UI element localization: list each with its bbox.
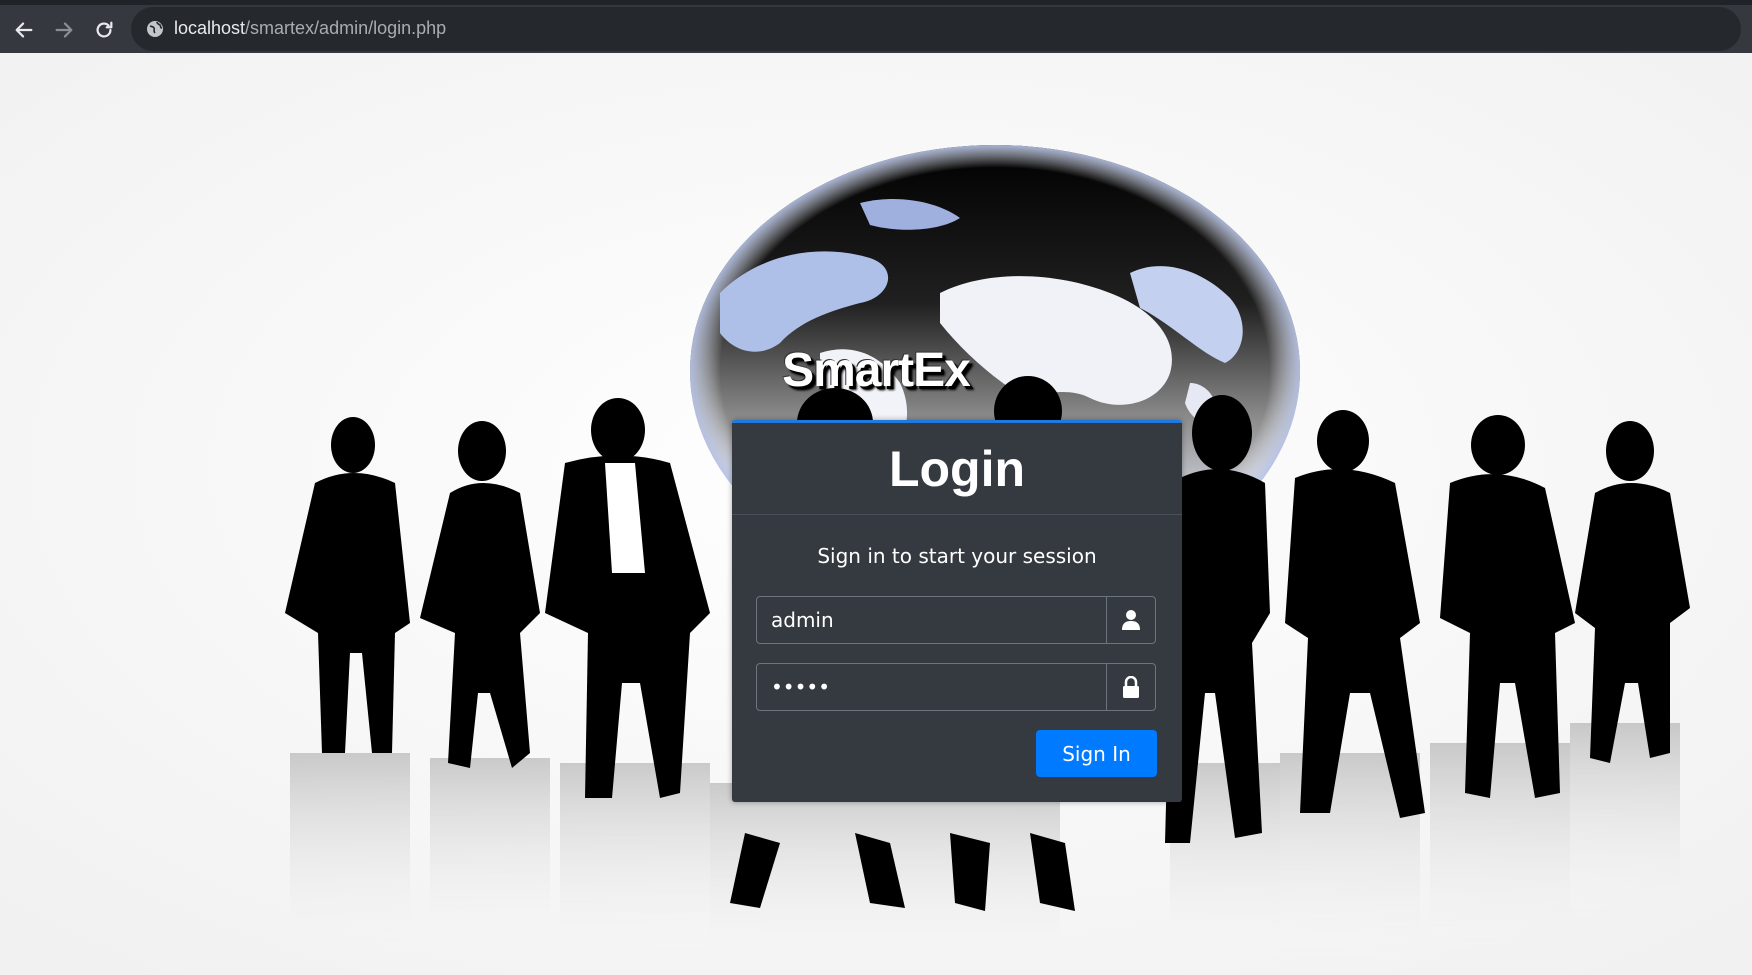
address-bar[interactable]: localhost/smartex/admin/login.php <box>131 7 1741 51</box>
password-input[interactable] <box>757 664 1106 710</box>
url-text: localhost/smartex/admin/login.php <box>174 18 446 39</box>
reload-icon <box>96 21 113 38</box>
brand-logo-text: SmartEx <box>782 344 971 397</box>
username-addon <box>1106 597 1155 643</box>
password-group <box>756 663 1156 711</box>
url-path: /smartex/admin/login.php <box>245 18 447 38</box>
forward-arrow-icon <box>55 22 73 38</box>
reload-button[interactable] <box>87 13 121 47</box>
site-info-icon[interactable] <box>145 19 165 39</box>
back-button[interactable] <box>7 13 41 47</box>
login-card: Login Sign in to start your session Sign… <box>732 420 1182 802</box>
lock-icon <box>1123 676 1139 698</box>
forward-button[interactable] <box>47 13 81 47</box>
username-group <box>756 596 1156 644</box>
sign-in-button[interactable]: Sign In <box>1036 730 1157 777</box>
password-addon <box>1106 664 1155 710</box>
login-card-header: Login <box>732 423 1182 515</box>
back-arrow-icon <box>15 22 33 38</box>
user-icon <box>1122 610 1140 630</box>
browser-toolbar: localhost/smartex/admin/login.php <box>0 0 1752 53</box>
login-message: Sign in to start your session <box>817 544 1097 568</box>
url-host: localhost <box>174 18 246 38</box>
username-input[interactable] <box>757 597 1106 643</box>
login-title: Login <box>888 440 1026 497</box>
